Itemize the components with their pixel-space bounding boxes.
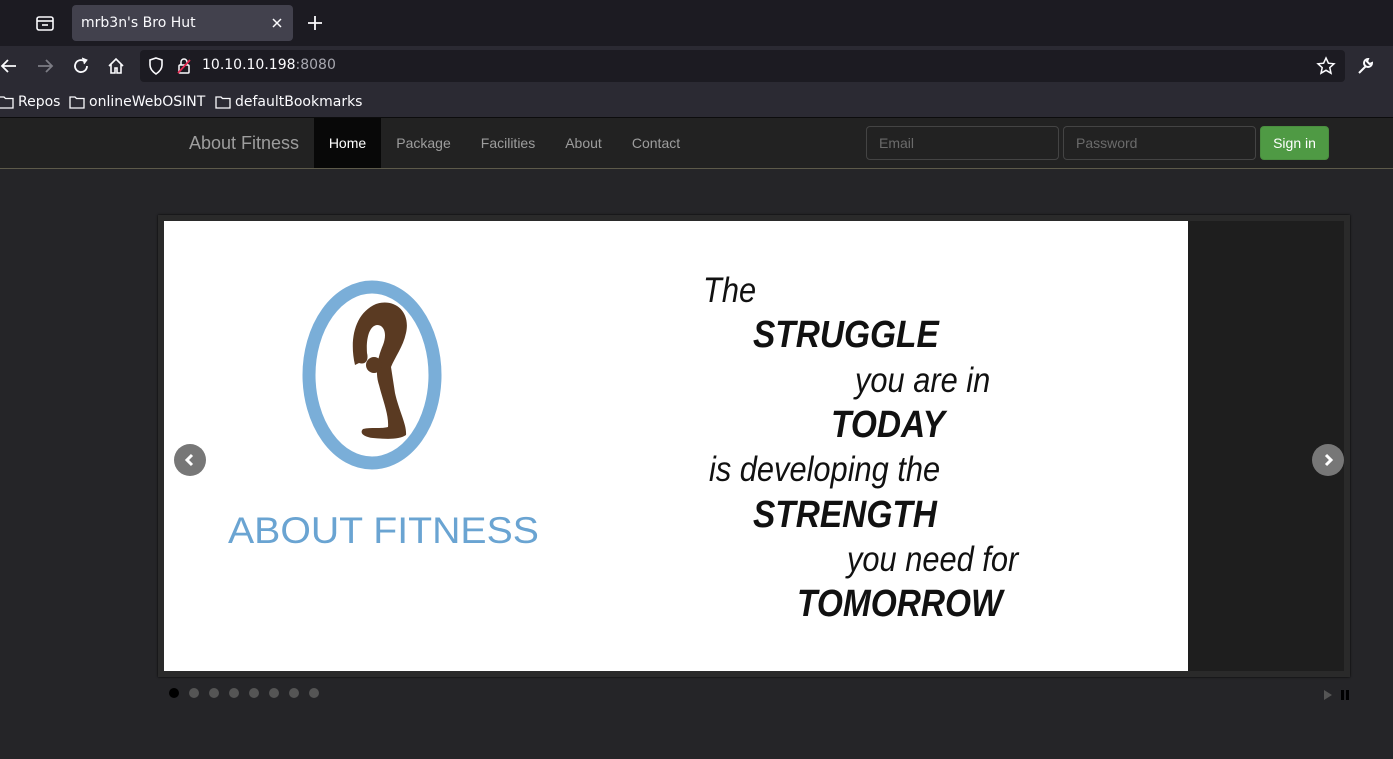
folder-icon <box>69 96 85 109</box>
quote-line: The <box>703 271 757 310</box>
bookmark-folder-defaultbookmarks[interactable]: defaultBookmarks <box>215 93 362 111</box>
carousel-indicator[interactable] <box>169 688 179 698</box>
carousel-indicators <box>169 688 319 700</box>
password-input[interactable] <box>1063 126 1256 160</box>
nav-item-package[interactable]: Package <box>381 118 466 168</box>
bookmark-folder-repos[interactable]: Repos <box>0 93 60 111</box>
logo-text: ABOUT FITNESS <box>228 510 539 551</box>
url-host: 10.10.10.198 <box>202 57 296 73</box>
back-arrow-icon[interactable] <box>0 55 20 77</box>
reload-icon[interactable] <box>70 55 92 77</box>
nav-item-facilities[interactable]: Facilities <box>466 118 550 168</box>
url-bar[interactable]: 10.10.10.198:8080 <box>140 50 1345 82</box>
quote-line: STRUGGLE <box>753 314 939 356</box>
nav-item-about[interactable]: About <box>550 118 617 168</box>
carousel-indicator[interactable] <box>249 688 259 698</box>
nav-item-home[interactable]: Home <box>314 118 381 168</box>
bookmark-folder-onlinewebosint[interactable]: onlineWebOSINT <box>69 93 205 111</box>
play-icon[interactable] <box>1323 686 1333 700</box>
shield-icon[interactable] <box>145 55 167 77</box>
carousel-prev-button[interactable] <box>174 444 206 476</box>
carousel-indicator[interactable] <box>189 688 199 698</box>
folder-icon <box>215 96 231 109</box>
url-text[interactable]: 10.10.10.198:8080 <box>202 57 336 73</box>
quote-line: TODAY <box>831 404 945 446</box>
bookmark-star-icon[interactable] <box>1315 55 1337 77</box>
wrench-icon[interactable] <box>1354 55 1376 77</box>
site-brand[interactable]: About Fitness <box>189 133 299 154</box>
url-port: :8080 <box>295 57 336 73</box>
browser-tab-bar: mrb3n's Bro Hut <box>0 0 1393 46</box>
hero-carousel: ABOUT FITNESS The STRUGGLE you are in TO… <box>158 215 1350 677</box>
bookmark-label: defaultBookmarks <box>235 94 363 110</box>
site-navbar: About Fitness Home Package Facilities Ab… <box>0 118 1393 169</box>
bookmark-label: onlineWebOSINT <box>89 94 206 110</box>
carousel-indicator[interactable] <box>289 688 299 698</box>
quote-line: you need for <box>847 540 1019 579</box>
carousel-indicator[interactable] <box>309 688 319 698</box>
new-tab-icon[interactable] <box>304 12 326 34</box>
carousel-slide: ABOUT FITNESS The STRUGGLE you are in TO… <box>164 221 1188 671</box>
carousel-indicator[interactable] <box>229 688 239 698</box>
yoga-logo-icon <box>302 280 442 470</box>
quote-line: TOMORROW <box>797 583 1003 625</box>
browser-tab[interactable]: mrb3n's Bro Hut <box>72 5 293 41</box>
tab-list-icon[interactable] <box>33 12 57 34</box>
tab-title: mrb3n's Bro Hut <box>81 15 196 31</box>
email-input[interactable] <box>866 126 1059 160</box>
nav-item-contact[interactable]: Contact <box>617 118 695 168</box>
carousel-next-button[interactable] <box>1312 444 1344 476</box>
quote-line: STRENGTH <box>753 494 937 536</box>
chevron-right-icon <box>1324 453 1334 467</box>
carousel-indicator[interactable] <box>209 688 219 698</box>
quote-line: you are in <box>855 361 991 400</box>
forward-arrow-icon[interactable] <box>34 55 56 77</box>
sign-in-button[interactable]: Sign in <box>1260 126 1329 160</box>
pause-icon[interactable] <box>1340 686 1350 700</box>
browser-nav-bar: 10.10.10.198:8080 <box>0 46 1393 86</box>
folder-icon <box>0 96 14 109</box>
quote-line: is developing the <box>709 450 941 489</box>
home-icon[interactable] <box>105 55 127 77</box>
chevron-left-icon <box>184 453 194 467</box>
close-icon[interactable] <box>268 14 286 32</box>
insecure-lock-icon[interactable] <box>173 55 195 77</box>
bookmarks-toolbar: Repos onlineWebOSINT defaultBookmarks <box>0 86 1393 118</box>
carousel-indicator[interactable] <box>269 688 279 698</box>
bookmark-label: Repos <box>18 94 61 110</box>
